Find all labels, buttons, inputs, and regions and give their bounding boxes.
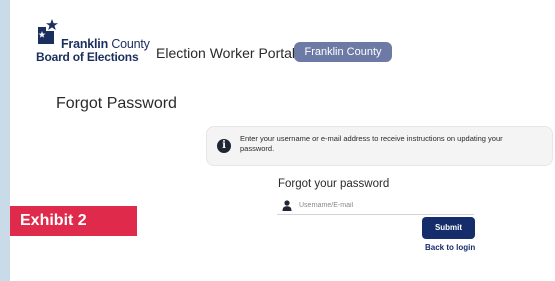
- franklin-county-logo: Franklin County Board of Elections: [36, 18, 156, 64]
- logo-name-light: County: [111, 37, 150, 51]
- info-message: i Enter your username or e-mail address …: [206, 126, 553, 166]
- county-badge: Franklin County: [294, 42, 392, 62]
- logo-county-name: Franklin County: [61, 37, 150, 51]
- portal-title: Election Worker Portal: [156, 45, 296, 61]
- logo-name-bold: Franklin: [61, 37, 109, 51]
- info-message-text: Enter your username or e-mail address to…: [240, 134, 503, 153]
- page-title: Forgot Password: [56, 95, 177, 112]
- logo-subtitle: Board of Elections: [36, 50, 139, 64]
- window-frame: Franklin County Board of Elections Elect…: [10, 0, 555, 281]
- info-icon: i: [217, 139, 231, 153]
- form-heading: Forgot your password: [278, 178, 390, 190]
- username-input[interactable]: [299, 199, 469, 212]
- ohio-star-icon: [38, 19, 58, 44]
- username-field[interactable]: [277, 197, 474, 215]
- user-icon: [282, 200, 292, 211]
- submit-button[interactable]: Submit: [422, 217, 475, 239]
- back-to-login-link[interactable]: Back to login: [425, 243, 475, 252]
- exhibit-label: Exhibit 2: [10, 206, 137, 236]
